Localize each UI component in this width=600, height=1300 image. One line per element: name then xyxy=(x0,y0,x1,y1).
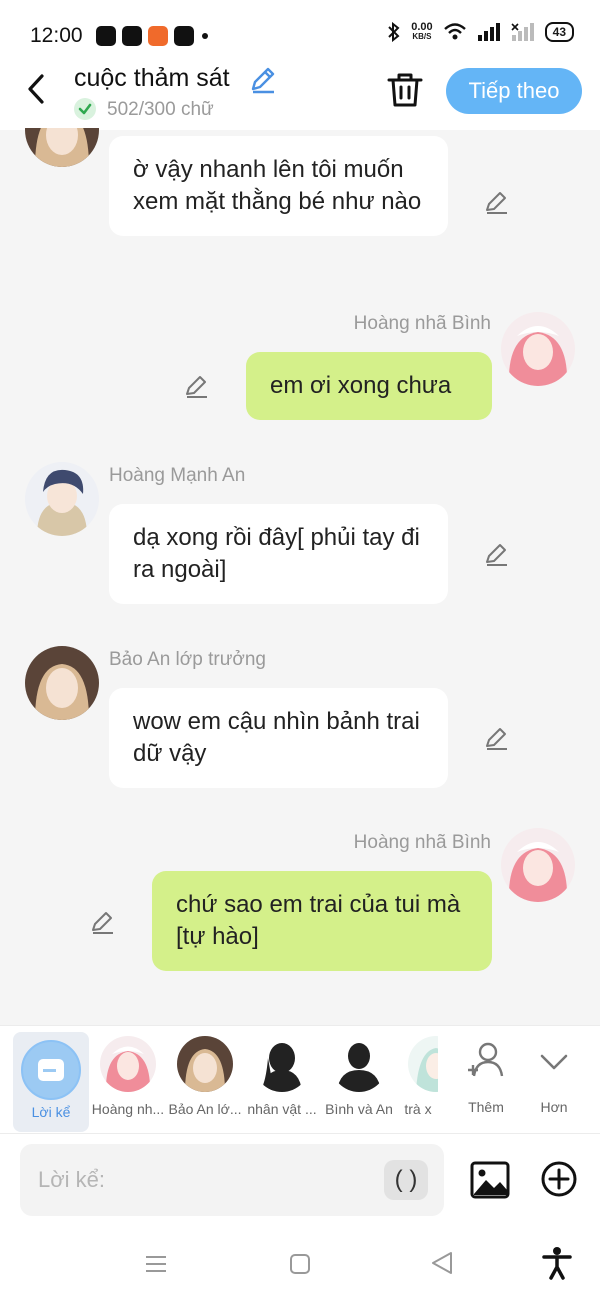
avatar-bao-an[interactable] xyxy=(25,128,99,167)
signal-off-icon xyxy=(511,23,534,41)
top-header: cuộc thảm sát 502/300 chữ Tiếp theo xyxy=(0,60,600,130)
plus-circle-icon[interactable] xyxy=(540,1160,578,1198)
character-tra-xanh[interactable]: trà x xyxy=(398,1026,438,1126)
avatar-hoang-nha-binh[interactable] xyxy=(501,828,575,902)
edit-message-pencil-icon[interactable] xyxy=(483,724,511,752)
battery-indicator: 43 xyxy=(544,22,574,42)
story-title: cuộc thảm sát xyxy=(74,64,230,92)
character-narrator[interactable]: Lời kể xyxy=(13,1032,89,1132)
sender-name: Bảo An lớp trưởng xyxy=(109,649,267,670)
menu-icon[interactable] xyxy=(144,1254,168,1274)
word-counter: 502/300 chữ xyxy=(107,99,214,120)
avatar-hoang-manh-an[interactable] xyxy=(25,462,99,536)
back-triangle-icon[interactable] xyxy=(430,1250,454,1276)
system-navigation-bar xyxy=(0,1228,600,1300)
character-bao-an[interactable]: Bảo An lớ... xyxy=(167,1026,243,1126)
character-binh-va-an[interactable]: Bình và An xyxy=(321,1026,397,1126)
character-selector: Lời kể Hoàng nh... Bảo An lớ... nhân vật… xyxy=(0,1025,600,1133)
edit-message-pencil-icon[interactable] xyxy=(483,540,511,568)
sender-name: Hoàng nhã Bình xyxy=(353,313,491,334)
character-label: Hoàng nh... xyxy=(91,1101,165,1117)
message-bubble[interactable]: chứ sao em trai của tui mà [tự hào] xyxy=(152,871,492,971)
app-notification-icon xyxy=(148,26,168,46)
youtube-icon xyxy=(174,26,194,46)
status-time: 12:00 xyxy=(30,24,83,47)
chat-area[interactable]: ờ vậy nhanh lên tôi muốn xem mặt thằng b… xyxy=(0,128,600,1025)
next-button[interactable]: Tiếp theo xyxy=(446,68,582,114)
add-character-label: Thêm xyxy=(468,1099,504,1115)
chevron-down-icon xyxy=(540,1054,568,1070)
character-label: Lời kể xyxy=(31,1104,71,1120)
silhouette-avatar-icon xyxy=(254,1036,310,1092)
status-indicators: 0.00 KB/S 43 xyxy=(387,22,574,42)
message-bubble[interactable]: ờ vậy nhanh lên tôi muốn xem mặt thằng b… xyxy=(109,136,448,236)
message-bubble[interactable]: dạ xong rồi đây[ phủi tay đi ra ngoài] xyxy=(109,504,448,604)
character-nhan-vat[interactable]: nhân vật ... xyxy=(244,1026,320,1126)
narrator-chat-icon xyxy=(21,1040,81,1100)
insert-action-parentheses-button[interactable]: ( ) xyxy=(384,1160,428,1200)
more-characters-label: Hơn xyxy=(540,1099,568,1115)
message-bubble[interactable]: wow em cậu nhìn bảnh trai dữ vậy xyxy=(109,688,448,788)
wifi-icon xyxy=(443,23,466,40)
silhouette-avatar-icon xyxy=(331,1036,387,1092)
character-label: Bình và An xyxy=(325,1101,393,1117)
edit-message-pencil-icon[interactable] xyxy=(89,908,117,936)
back-arrow-icon[interactable] xyxy=(22,72,52,106)
app-notification-icon xyxy=(96,26,116,46)
composer-row: ( ) xyxy=(0,1133,600,1228)
character-label: nhân vật ... xyxy=(247,1101,317,1117)
message-input-box[interactable]: ( ) xyxy=(20,1144,444,1216)
app-notification-icon xyxy=(122,26,142,46)
app-screen: 12:00 0.00 KB/S 43 cuộc thảm sát 502/300 … xyxy=(0,0,600,1300)
more-notifications-dot-icon xyxy=(202,33,208,39)
trash-icon[interactable] xyxy=(386,70,424,110)
avatar-bao-an[interactable] xyxy=(25,646,99,720)
edit-message-pencil-icon[interactable] xyxy=(483,188,511,216)
status-app-icons xyxy=(96,26,208,46)
character-label: Bảo An lớ... xyxy=(168,1101,242,1117)
avatar xyxy=(177,1036,233,1092)
sender-name: Hoàng nhã Bình xyxy=(353,832,491,853)
message-bubble[interactable]: em ơi xong chưa xyxy=(246,352,492,420)
home-square-icon[interactable] xyxy=(288,1252,312,1276)
edit-message-pencil-icon[interactable] xyxy=(183,372,211,400)
check-icon xyxy=(74,98,96,120)
avatar xyxy=(100,1036,156,1092)
accessibility-icon[interactable] xyxy=(542,1246,572,1280)
message-input[interactable] xyxy=(38,1162,358,1198)
signal-icon xyxy=(477,23,500,41)
character-hoang-nha-binh[interactable]: Hoàng nh... xyxy=(90,1026,166,1126)
character-label: trà x xyxy=(404,1101,432,1117)
add-character-button[interactable]: Thêm xyxy=(460,1040,512,1130)
network-speed: 0.00 KB/S xyxy=(411,21,433,42)
avatar-hoang-nha-binh[interactable] xyxy=(501,312,575,386)
avatar xyxy=(408,1036,438,1092)
image-icon[interactable] xyxy=(470,1160,510,1200)
bluetooth-icon xyxy=(388,22,400,42)
more-characters-button[interactable]: Hơn xyxy=(528,1040,580,1130)
edit-title-pencil-icon[interactable] xyxy=(248,64,278,94)
sender-name: Hoàng Mạnh An xyxy=(109,465,246,486)
add-person-icon xyxy=(468,1042,504,1077)
